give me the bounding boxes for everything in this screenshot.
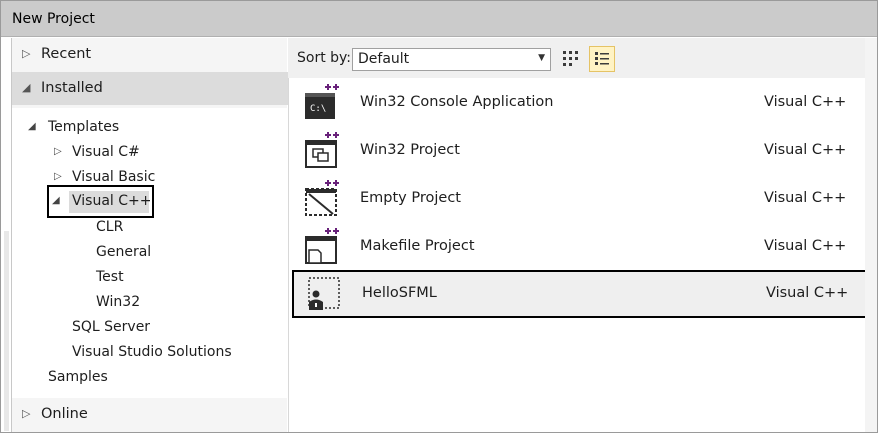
template-name: Empty Project (360, 190, 461, 206)
grid-view-button[interactable] (558, 46, 584, 72)
template-navigation-panel: ▷ Recent ◢ Installed ◢ Templates ▷ Visua… (11, 38, 288, 432)
template-name: HelloSFML (362, 285, 437, 301)
template-language: Visual C++ (766, 285, 849, 301)
left-scrollbar[interactable] (4, 231, 9, 431)
collapse-triangle-icon[interactable]: ◢ (28, 121, 36, 132)
template-row-hellosfml[interactable]: HelloSFML Visual C++ (292, 270, 875, 318)
sort-value: Default (358, 51, 410, 67)
collapse-triangle-icon[interactable]: ◢ (52, 195, 60, 206)
template-name: Makefile Project (360, 238, 475, 254)
template-row-empty-project[interactable]: Empty Project Visual C++ (289, 175, 878, 223)
template-name: Win32 Console Application (360, 94, 554, 110)
expand-triangle-icon[interactable]: ▷ (22, 47, 30, 60)
sort-dropdown[interactable]: Default ▼ (352, 48, 551, 71)
win32-project-icon (305, 132, 339, 168)
template-language: Visual C++ (764, 238, 847, 254)
collapse-triangle-icon[interactable]: ◢ (22, 81, 30, 94)
recent-section[interactable]: ▷ Recent (12, 38, 288, 71)
expand-triangle-icon[interactable]: ▷ (22, 407, 30, 420)
online-section[interactable]: ▷ Online (12, 398, 288, 431)
list-view-button[interactable] (589, 46, 615, 72)
online-label: Online (41, 406, 88, 422)
recent-label: Recent (41, 46, 92, 62)
template-tree: ◢ Templates ▷ Visual C# ▷ Visual Basic ◢… (12, 108, 288, 398)
window-title: New Project (12, 11, 95, 27)
console-app-icon: C:\ (305, 84, 339, 119)
template-language: Visual C++ (764, 190, 847, 206)
template-list: C:\ Win32 Console Application Visual C++… (288, 78, 877, 432)
new-project-dialog: New Project ▷ Recent ◢ Installed ◢ Templ… (0, 0, 878, 433)
template-row-win32-console[interactable]: C:\ Win32 Console Application Visual C++ (289, 79, 878, 127)
makefile-project-icon (305, 228, 339, 264)
expand-triangle-icon[interactable]: ▷ (54, 146, 62, 157)
template-name: Win32 Project (360, 142, 460, 158)
template-row-makefile-project[interactable]: Makefile Project Visual C++ (289, 223, 878, 271)
sort-by-label: Sort by: (297, 50, 352, 66)
dropdown-arrow-icon[interactable]: ▼ (538, 53, 545, 63)
list-view-icon (595, 52, 609, 65)
installed-label: Installed (41, 80, 103, 96)
right-scrollbar[interactable] (865, 38, 877, 432)
empty-project-icon (305, 180, 339, 216)
template-language: Visual C++ (764, 142, 847, 158)
expand-triangle-icon[interactable]: ▷ (54, 171, 62, 182)
sort-toolbar: Sort by: Default ▼ (288, 38, 877, 78)
installed-section[interactable]: ◢ Installed (12, 72, 288, 105)
grid-view-icon (563, 51, 578, 66)
template-language: Visual C++ (764, 94, 847, 110)
custom-template-icon (308, 277, 340, 310)
title-bar: New Project (1, 1, 877, 37)
svg-text:C:\: C:\ (310, 104, 326, 114)
template-row-win32-project[interactable]: Win32 Project Visual C++ (289, 127, 878, 175)
